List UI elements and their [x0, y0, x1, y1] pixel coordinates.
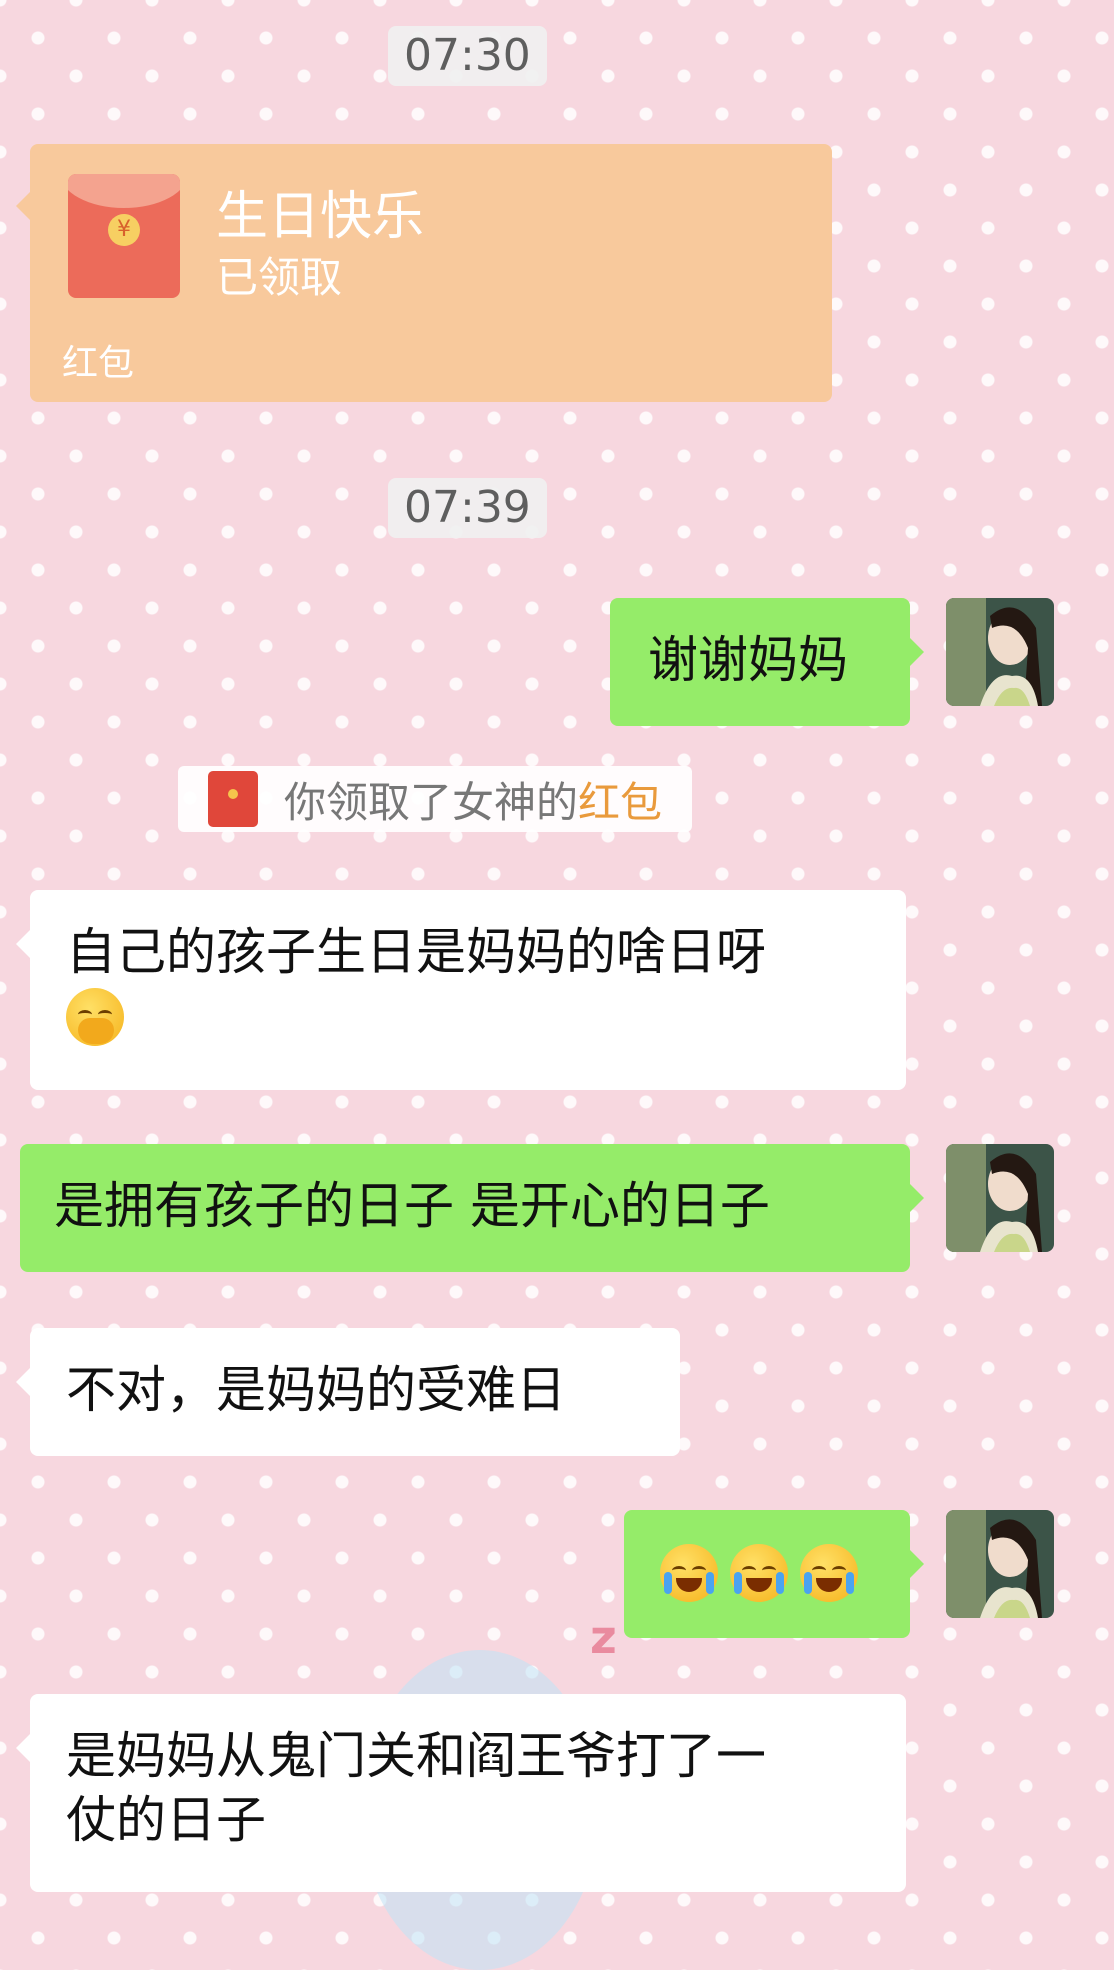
message-text: 仗的日子 [66, 1791, 266, 1849]
received-message-bubble[interactable]: 是妈妈从鬼门关和阎王爷打了一 仗的日子 [16, 1694, 906, 1892]
received-message-bubble[interactable]: 不对，是妈妈的受难日 [16, 1328, 680, 1456]
received-message-bubble[interactable]: 自己的孩子生日是妈妈的啥日呀 [16, 890, 906, 1090]
message-text: 是妈妈从鬼门关和阎王爷打了一 [66, 1727, 766, 1785]
face-with-hand-over-mouth-emoji [66, 988, 124, 1046]
background-z-glyph: z [590, 1610, 617, 1664]
red-packet-footer-label: 红包 [62, 343, 135, 384]
message-text: 是拥有孩子的日子 是开心的日子 [54, 1177, 770, 1235]
red-packet-title: 生日快乐 [216, 187, 425, 247]
message-text: 自己的孩子生日是妈妈的啥日呀 [66, 923, 766, 981]
timestamp: 07:30 [388, 26, 547, 86]
red-packet-status: 已领取 [216, 253, 343, 302]
loudly-crying-face-emoji [730, 1544, 788, 1602]
system-notice-text: 你领取了女神的 [284, 777, 579, 827]
avatar[interactable] [946, 1144, 1054, 1252]
timestamp: 07:39 [388, 478, 547, 538]
sent-message-bubble[interactable] [624, 1510, 924, 1638]
system-notice: 你领取了女神的 红包 [178, 766, 693, 832]
sent-message-bubble[interactable]: 是拥有孩子的日子 是开心的日子 [20, 1144, 924, 1272]
message-text: 谢谢妈妈 [648, 631, 848, 689]
red-packet-message[interactable]: ¥ 生日快乐 已领取 红包 [16, 144, 832, 402]
loudly-crying-face-emoji [800, 1544, 858, 1602]
avatar[interactable] [946, 1510, 1054, 1618]
sent-message-bubble[interactable]: 谢谢妈妈 [610, 598, 924, 726]
red-envelope-icon [208, 771, 258, 827]
message-text: 不对，是妈妈的受难日 [66, 1361, 566, 1419]
red-envelope-icon: ¥ [68, 174, 180, 298]
loudly-crying-face-emoji [660, 1544, 718, 1602]
coin-icon: ¥ [108, 214, 140, 246]
avatar[interactable] [946, 598, 1054, 706]
red-packet-link[interactable]: 红包 [578, 769, 662, 830]
